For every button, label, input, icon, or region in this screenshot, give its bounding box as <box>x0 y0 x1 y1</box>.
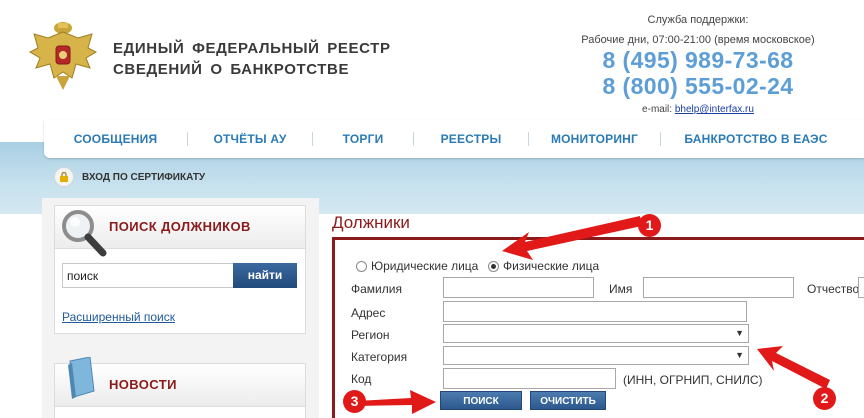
annotation-badge-2: 2 <box>813 387 836 410</box>
annotation-arrows <box>356 216 830 414</box>
annotation-badge-3: 3 <box>343 390 366 413</box>
arrow-to-category-icon <box>757 346 830 389</box>
page: ЕДИНЫЙ ФЕДЕРАЛЬНЫЙ РЕЕСТР СВЕДЕНИЙ О БАН… <box>0 0 864 418</box>
annotation-badge-1: 1 <box>638 214 661 237</box>
arrow-to-search-button-icon <box>356 390 436 414</box>
arrow-to-individuals-icon <box>502 216 642 260</box>
